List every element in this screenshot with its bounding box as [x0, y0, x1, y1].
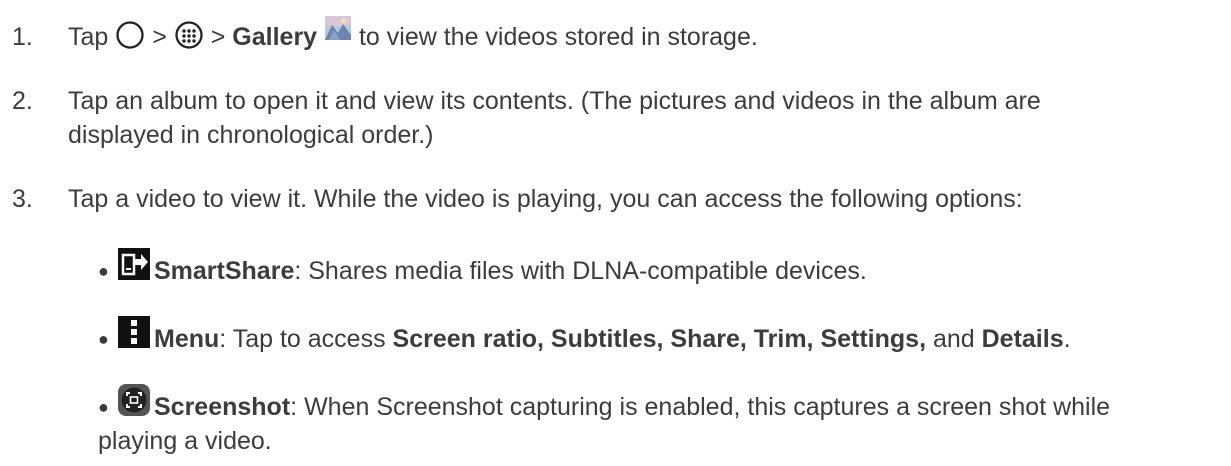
bullet-dot: ● [98, 329, 109, 349]
step-number: 1. [12, 23, 33, 51]
option-desc: : When Screenshot capturing is enabled, … [290, 393, 1111, 421]
separator: > [152, 23, 167, 51]
option-desc: : Shares media files with DLNA-compatibl… [294, 257, 867, 285]
home-circle-icon [116, 21, 144, 50]
period: . [1063, 325, 1071, 353]
option-label: Screenshot [154, 393, 291, 421]
step-text: Tap > > Gallery to view the videos store… [68, 16, 1222, 54]
step-text-line: Tap an album to open it and view its con… [68, 87, 1041, 115]
apps-grid-icon [175, 21, 203, 50]
option-label: SmartShare [154, 257, 295, 285]
and-text: and [926, 325, 982, 353]
bullet-dot: ● [98, 261, 109, 281]
details-label: Details [981, 325, 1064, 353]
separator: > [210, 23, 226, 51]
option-desc-continued: playing a video. [98, 427, 272, 455]
step-text-pre: Tap [68, 23, 109, 51]
option-label: Menu [154, 325, 220, 353]
step-number: 3. [12, 185, 33, 213]
smartshare-icon [118, 248, 150, 281]
step-text: Tap an album to open it and view its con… [68, 84, 1222, 152]
step-text-line: displayed in chronological order.) [68, 121, 434, 149]
menu-items: Screen ratio, Subtitles, Share, Trim, Se… [392, 325, 927, 353]
screenshot-icon [118, 384, 150, 417]
step-text: Tap a video to view it. While the video … [68, 185, 1023, 213]
step-number: 2. [12, 87, 33, 115]
gallery-label: Gallery [232, 23, 318, 51]
bullet-dot: ● [98, 397, 109, 417]
option-desc: : Tap to access [219, 325, 393, 353]
gallery-app-icon [325, 16, 352, 41]
step-text-post: to view the videos stored in storage. [358, 23, 758, 51]
menu-dots-icon [118, 316, 150, 349]
